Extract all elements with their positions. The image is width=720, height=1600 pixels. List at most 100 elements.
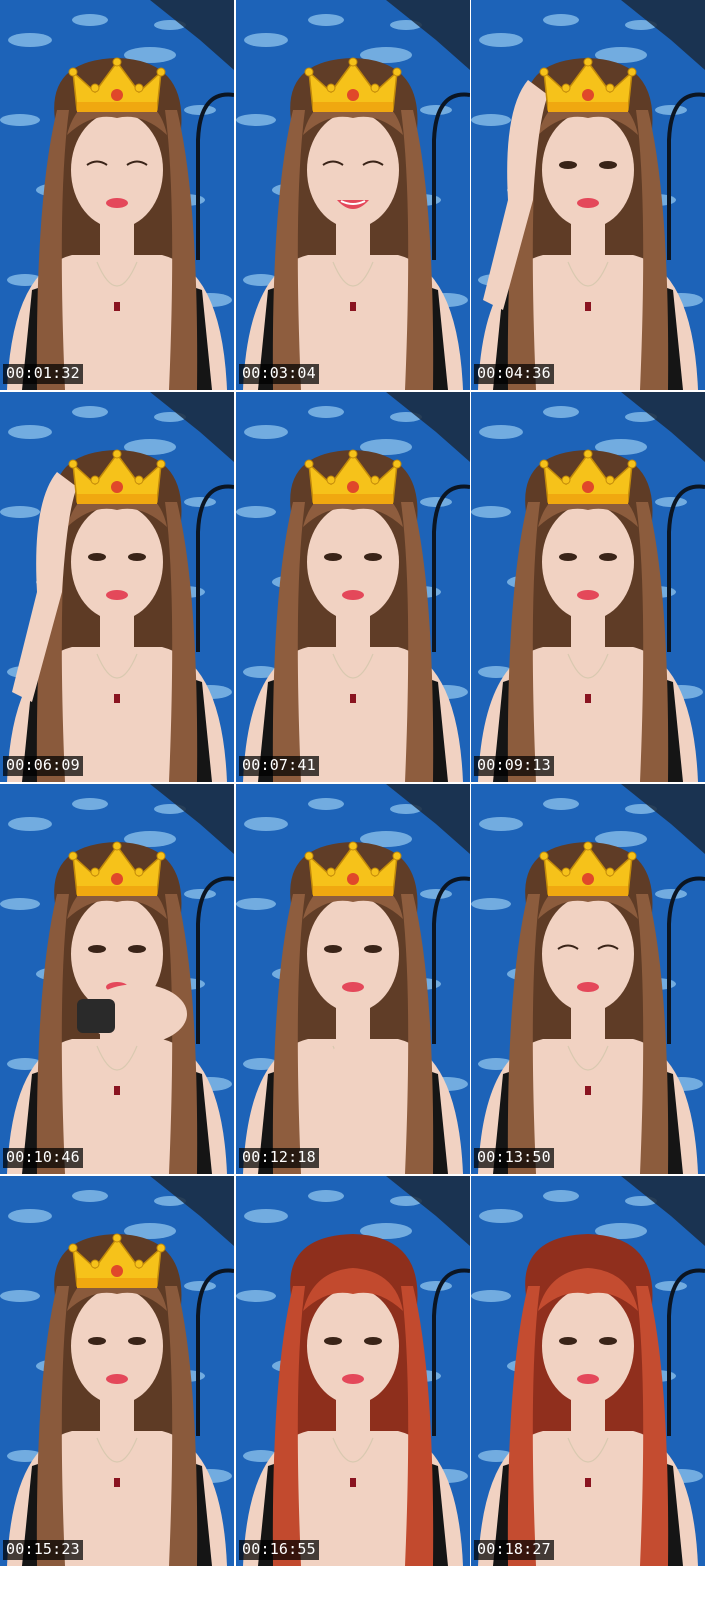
eye-left	[324, 1337, 342, 1345]
eye-right	[599, 553, 617, 561]
lips	[106, 198, 128, 208]
cloud	[471, 898, 511, 910]
video-frame-thumbnail[interactable]: 00:15:23	[0, 1176, 234, 1566]
crown-tip	[583, 449, 593, 459]
video-frame-thumbnail[interactable]: 00:13:50	[471, 784, 705, 1174]
eye-right	[128, 945, 146, 953]
lips	[342, 590, 364, 600]
crown-jewel	[347, 873, 359, 885]
crown-tip	[561, 475, 571, 485]
lips	[577, 1374, 599, 1384]
cloud	[0, 898, 40, 910]
video-frame-thumbnail[interactable]: 00:03:04	[236, 0, 470, 390]
lips	[342, 1374, 364, 1384]
crown-tip	[348, 57, 358, 67]
pendant	[350, 1478, 356, 1487]
crown-jewel	[582, 481, 594, 493]
crown-tip	[392, 459, 402, 469]
cloud	[471, 506, 511, 518]
crown-jewel	[582, 89, 594, 101]
cloud	[8, 1209, 52, 1223]
eye-right	[364, 945, 382, 953]
video-frame-thumbnail[interactable]: 00:10:46	[0, 784, 234, 1174]
crown-tip	[68, 1243, 78, 1253]
crown-tip	[348, 449, 358, 459]
crown-band	[77, 886, 157, 896]
cloud	[236, 898, 276, 910]
pendant	[585, 302, 591, 311]
cloud	[543, 14, 579, 26]
crown-tip	[392, 67, 402, 77]
cloud	[244, 817, 288, 831]
crown-band	[77, 1278, 157, 1288]
cloud	[479, 1209, 523, 1223]
cloud	[236, 114, 276, 126]
frame-image	[236, 392, 470, 782]
video-frame-thumbnail[interactable]: 00:16:55	[236, 1176, 470, 1566]
eye-left	[559, 161, 577, 169]
frame-image	[471, 392, 705, 782]
cloud	[479, 33, 523, 47]
timestamp-label: 00:04:36	[474, 364, 554, 384]
timestamp-label: 00:16:55	[239, 1540, 319, 1560]
crown-tip	[156, 459, 166, 469]
cloud	[244, 33, 288, 47]
pendant	[114, 694, 120, 703]
crown-tip	[627, 67, 637, 77]
crown-tip	[583, 841, 593, 851]
frame-image	[236, 1176, 470, 1566]
cloud	[184, 105, 216, 115]
face	[307, 504, 399, 620]
timestamp-label: 00:13:50	[474, 1148, 554, 1168]
crown-tip	[326, 475, 336, 485]
eye-left	[88, 1337, 106, 1345]
crown-tip	[348, 841, 358, 851]
cloud	[655, 1281, 687, 1291]
crown-tip	[627, 851, 637, 861]
cloud	[471, 1290, 511, 1302]
cloud	[8, 817, 52, 831]
cloud	[308, 798, 344, 810]
eye-left	[88, 945, 106, 953]
cloud	[308, 406, 344, 418]
eye-right	[364, 553, 382, 561]
crown-band	[548, 886, 628, 896]
face	[542, 504, 634, 620]
crown-tip	[605, 83, 615, 93]
crown-tip	[112, 57, 122, 67]
crown-tip	[68, 851, 78, 861]
timestamp-label: 00:06:09	[3, 756, 83, 776]
lips	[106, 1374, 128, 1384]
crown-band	[77, 102, 157, 112]
lips	[577, 590, 599, 600]
crown-tip	[134, 83, 144, 93]
crown-tip	[134, 1259, 144, 1269]
crown-band	[548, 494, 628, 504]
video-frame-thumbnail[interactable]: 00:12:18	[236, 784, 470, 1174]
video-frame-thumbnail[interactable]: 00:09:13	[471, 392, 705, 782]
face	[307, 112, 399, 228]
crown-band	[548, 102, 628, 112]
crown-tip	[627, 459, 637, 469]
video-frame-thumbnail[interactable]: 00:06:09	[0, 392, 234, 782]
video-frame-thumbnail[interactable]: 00:07:41	[236, 392, 470, 782]
crown-tip	[326, 83, 336, 93]
crown-jewel	[347, 481, 359, 493]
timestamp-label: 00:10:46	[3, 1148, 83, 1168]
video-frame-thumbnail[interactable]: 00:04:36	[471, 0, 705, 390]
crown-tip	[583, 57, 593, 67]
cloud	[0, 506, 40, 518]
frame-image	[0, 784, 234, 1174]
cloud	[8, 33, 52, 47]
cloud	[543, 406, 579, 418]
lips	[577, 198, 599, 208]
video-frame-thumbnail[interactable]: 00:01:32	[0, 0, 234, 390]
crown-band	[77, 494, 157, 504]
lips	[577, 982, 599, 992]
frame-image	[0, 1176, 234, 1566]
crown-tip	[539, 851, 549, 861]
held-object	[77, 999, 115, 1033]
timestamp-label: 00:09:13	[474, 756, 554, 776]
video-frame-thumbnail[interactable]: 00:18:27	[471, 1176, 705, 1566]
crown-tip	[326, 867, 336, 877]
